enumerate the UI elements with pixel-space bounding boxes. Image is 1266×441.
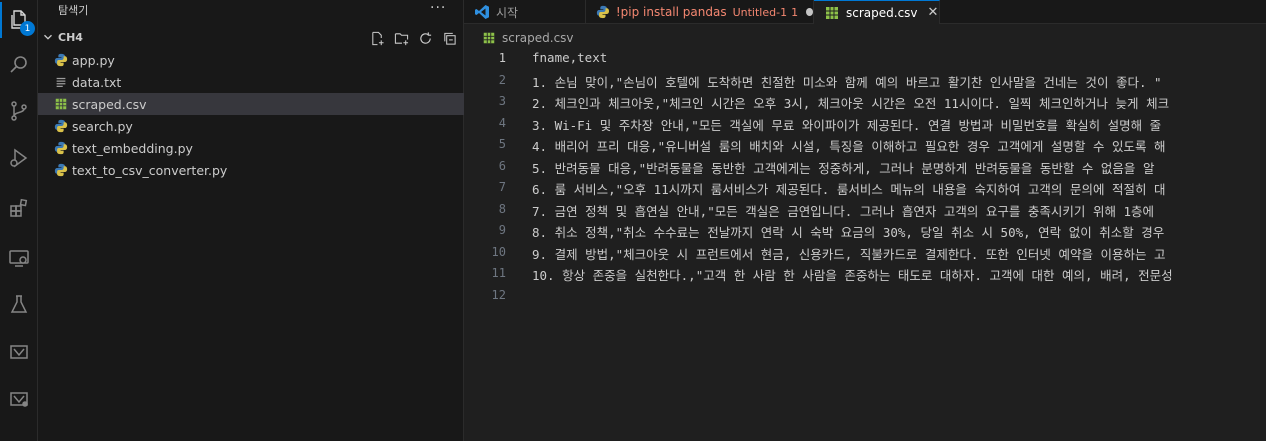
file-label: text_embedding.py bbox=[72, 141, 193, 156]
line-number: 1 bbox=[498, 51, 506, 65]
line-text: 3. Wi-Fi 및 주차장 안내,"모든 객실에 무료 와이파이가 제공된다.… bbox=[532, 117, 1162, 133]
code-line: 5 4. 배리어 프리 대응,"유니버설 룸의 배치와 시설, 특징을 이해하고 … bbox=[464, 134, 1266, 156]
source-control-icon[interactable] bbox=[0, 96, 38, 126]
chevron-down-icon bbox=[44, 34, 52, 40]
file-item-scraped-csv[interactable]: scraped.csv bbox=[38, 93, 464, 115]
vscode-icon bbox=[475, 5, 489, 19]
text-file-icon bbox=[56, 77, 66, 87]
line-text: 1. 손님 맞이,"손님이 호텔에 도착하면 친절한 미소와 함께 예의 바르고… bbox=[532, 74, 1162, 90]
tab-welcome[interactable]: 시작 bbox=[464, 0, 586, 24]
explorer-sidebar: 탐색기 ··· CH4 app.py data.txt scraped.csv … bbox=[38, 0, 464, 441]
python-icon bbox=[54, 163, 68, 177]
line-text: 7. 금연 정책 및 흡연실 안내,"모든 객실은 금연입니다. 그러나 흡연자… bbox=[532, 203, 1155, 219]
more-actions-icon[interactable]: ··· bbox=[430, 0, 446, 16]
line-number: 2 bbox=[498, 72, 506, 87]
tab-description: Untitled-1 bbox=[732, 5, 788, 19]
folder-row[interactable]: CH4 bbox=[38, 27, 464, 49]
code-line: 3 2. 체크인과 체크아웃,"체크인 시간은 오후 3시, 체크아웃 시간은 오… bbox=[464, 91, 1266, 113]
search-icon[interactable] bbox=[0, 50, 38, 80]
line-text: 6. 룸 서비스,"오후 11시까지 룸서비스가 제공된다. 룸서비스 메뉴의 … bbox=[532, 182, 1166, 197]
tab-untitled-1[interactable]: !pip install pandas Untitled-1 1 bbox=[586, 0, 814, 24]
explorer-title: 탐색기 bbox=[58, 4, 89, 17]
extensions-icon[interactable] bbox=[0, 193, 38, 223]
code-line: 7 6. 룸 서비스,"오후 11시까지 룸서비스가 제공된다. 룸서비스 메뉴의… bbox=[464, 177, 1266, 199]
csv-icon bbox=[483, 32, 495, 44]
line-text: fname,text bbox=[532, 50, 608, 65]
file-label: text_to_csv_converter.py bbox=[72, 163, 228, 178]
run-debug-icon[interactable] bbox=[0, 143, 38, 173]
file-label: scraped.csv bbox=[72, 97, 147, 112]
line-number: 4 bbox=[498, 115, 506, 130]
close-icon[interactable]: ✕ bbox=[928, 5, 939, 20]
tab-label: 시작 bbox=[496, 5, 519, 20]
code-line: 8 7. 금연 정책 및 흡연실 안내,"모든 객실은 금연입니다. 그러나 흡연… bbox=[464, 199, 1266, 221]
line-number: 6 bbox=[498, 158, 506, 173]
line-number: 3 bbox=[498, 94, 506, 108]
file-item-text-embedding-py[interactable]: text_embedding.py bbox=[38, 137, 464, 159]
file-item-app-py[interactable]: app.py bbox=[38, 49, 464, 71]
code-line: 6 5. 반려동물 대응,"반려동물을 동반한 고객에게는 정중하게, 그러나 분… bbox=[464, 156, 1266, 178]
code-editor[interactable]: 1 fname,text 2 1. 손님 맞이,"손님이 호텔에 도착하면 친절한 … bbox=[464, 48, 1266, 441]
line-number: 11 bbox=[491, 266, 506, 280]
line-text: 10. 항상 존중을 실천한다.,"고객 한 사람 한 사람을 존중하는 태도로… bbox=[532, 268, 1173, 283]
folder-name: CH4 bbox=[58, 31, 83, 44]
line-number: 8 bbox=[498, 201, 506, 216]
code-line: 9 8. 취소 정책,"취소 수수료는 전날까지 연락 시 숙박 요금의 30%,… bbox=[464, 220, 1266, 242]
unsaved-dot-icon[interactable] bbox=[806, 8, 813, 16]
explorer-badge: 1 bbox=[20, 21, 35, 36]
breadcrumb-file[interactable]: scraped.csv bbox=[502, 31, 574, 45]
file-item-data-txt[interactable]: data.txt bbox=[38, 71, 464, 93]
new-folder-icon[interactable] bbox=[392, 29, 410, 47]
line-text: 8. 취소 정책,"취소 수수료는 전날까지 연락 시 숙박 요금의 30%, … bbox=[532, 225, 1165, 240]
line-text: 5. 반려동물 대응,"반려동물을 동반한 고객에게는 정중하게, 그러나 분명… bbox=[532, 160, 1155, 176]
azure-icon[interactable] bbox=[0, 337, 38, 367]
line-number: 5 bbox=[498, 137, 506, 151]
python-icon bbox=[54, 53, 68, 67]
python-icon bbox=[54, 141, 68, 155]
code-line: 4 3. Wi-Fi 및 주차장 안내,"모든 객실에 무료 와이파이가 제공된다… bbox=[464, 113, 1266, 135]
line-number: 7 bbox=[498, 180, 506, 194]
testing-icon[interactable] bbox=[0, 290, 38, 320]
code-line: 12 bbox=[464, 285, 1266, 307]
breadcrumb: scraped.csv bbox=[464, 26, 1266, 48]
line-number: 10 bbox=[491, 244, 506, 259]
line-text: 2. 체크인과 체크아웃,"체크인 시간은 오후 3시, 체크아웃 시간은 오전… bbox=[532, 96, 1170, 111]
line-number: 9 bbox=[498, 223, 506, 237]
code-line: 2 1. 손님 맞이,"손님이 호텔에 도착하면 친절한 미소와 함께 예의 바르… bbox=[464, 70, 1266, 92]
line-text: 4. 배리어 프리 대응,"유니버설 룸의 배치와 시설, 특징을 이해하고 필… bbox=[532, 139, 1166, 154]
line-text: 9. 결제 방법,"체크아웃 시 프런트에서 현금, 신용카드, 직불카드로 결… bbox=[532, 246, 1166, 262]
code-line: 10 9. 결제 방법,"체크아웃 시 프런트에서 현금, 신용카드, 직불카드로… bbox=[464, 242, 1266, 264]
python-icon bbox=[596, 5, 609, 19]
refresh-icon[interactable] bbox=[416, 29, 434, 47]
database-icon[interactable] bbox=[0, 384, 38, 414]
tab-scraped-csv[interactable]: scraped.csv ✕ bbox=[814, 0, 940, 24]
line-number: 12 bbox=[491, 287, 506, 302]
tab-label: !pip install pandas bbox=[615, 5, 727, 19]
file-label: search.py bbox=[72, 119, 133, 134]
tab-problem-count: 1 bbox=[791, 5, 799, 19]
file-label: data.txt bbox=[72, 75, 122, 90]
csv-icon bbox=[826, 6, 838, 19]
code-line: 1 fname,text bbox=[464, 48, 1266, 70]
python-icon bbox=[54, 119, 68, 133]
file-item-search-py[interactable]: search.py bbox=[38, 115, 464, 137]
file-item-text-to-csv-converter-py[interactable]: text_to_csv_converter.py bbox=[38, 159, 464, 181]
csv-icon bbox=[55, 98, 67, 110]
remote-explorer-icon[interactable] bbox=[0, 243, 38, 273]
tab-label: scraped.csv bbox=[846, 5, 918, 20]
activity-bar: 1 bbox=[0, 0, 38, 441]
new-file-icon[interactable] bbox=[368, 29, 386, 47]
file-label: app.py bbox=[72, 53, 115, 68]
editor-tab-bar: 시작 !pip install pandas Untitled-1 1 scra… bbox=[464, 0, 1266, 24]
collapse-all-icon[interactable] bbox=[440, 29, 458, 47]
code-line: 11 10. 항상 존중을 실천한다.,"고객 한 사람 한 사람을 존중하는 태… bbox=[464, 263, 1266, 285]
explorer-icon[interactable]: 1 bbox=[0, 5, 38, 36]
